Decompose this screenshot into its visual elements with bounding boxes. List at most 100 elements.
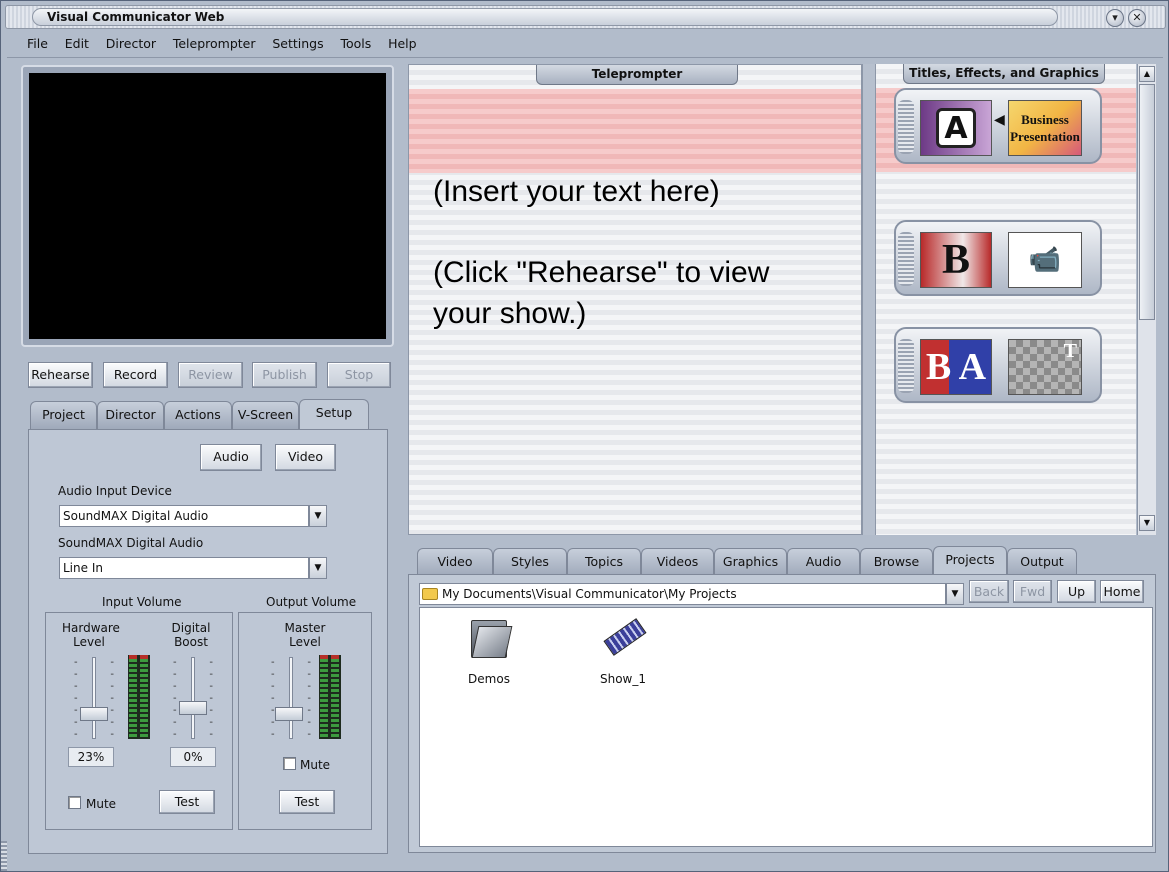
minimize-button[interactable]: ▾ (1106, 9, 1124, 27)
audio-source-select[interactable]: Line In (59, 557, 309, 579)
video-preview-frame (21, 65, 394, 347)
teleprompter-line-1: (Insert your text here) (433, 175, 720, 208)
tab-director[interactable]: Director (97, 401, 164, 429)
tab-setup[interactable]: Setup (299, 399, 369, 429)
output-mute-checkbox[interactable] (283, 757, 296, 770)
file-item-demos[interactable]: Demos (444, 616, 534, 686)
tab-videos[interactable]: Videos (641, 548, 714, 576)
chevron-down-icon[interactable]: ▼ (946, 583, 964, 605)
path-select[interactable]: My Documents\Visual Communicator\My Proj… (419, 583, 946, 605)
resize-grip[interactable] (1, 841, 7, 871)
film-strip-icon (601, 616, 647, 658)
stop-button[interactable]: Stop (327, 362, 391, 388)
hardware-level-slider[interactable] (80, 707, 108, 721)
input-test-button[interactable]: Test (159, 790, 215, 814)
title-bar[interactable]: Visual Communicator Web ▾ ✕ (5, 5, 1166, 29)
menu-tools[interactable]: Tools (340, 36, 371, 51)
scroll-down-icon[interactable]: ▼ (1139, 515, 1155, 531)
tab-graphics[interactable]: Graphics (714, 548, 787, 576)
hardware-level-track[interactable] (92, 657, 96, 739)
panel-splitter[interactable] (862, 64, 876, 535)
business-presentation-thumbnail: Business Presentation (1008, 100, 1082, 156)
master-level-track[interactable] (289, 657, 293, 739)
hardware-level-value: 23% (68, 747, 114, 767)
file-item-show-1[interactable]: Show_1 (578, 616, 668, 686)
close-button[interactable]: ✕ (1128, 9, 1146, 27)
effect-item-title[interactable]: A ◀ Business Presentation (894, 88, 1102, 164)
output-level-meter (319, 655, 341, 739)
publish-button[interactable]: Publish (252, 362, 317, 388)
forward-button[interactable]: Fwd (1013, 580, 1052, 603)
input-mute-checkbox[interactable] (68, 796, 81, 809)
output-volume-group: Master Level ------ ------ -- Mute Test (238, 612, 372, 830)
minimize-icon: ▾ (1112, 11, 1118, 24)
chevron-down-icon[interactable]: ▼ (309, 557, 327, 579)
master-level-slider[interactable] (275, 707, 303, 721)
tab-topics[interactable]: Topics (567, 548, 641, 576)
file-list[interactable]: Demos Show_1 (419, 607, 1153, 847)
scroll-up-icon[interactable]: ▲ (1139, 66, 1155, 82)
audio-setup-button[interactable]: Audio (200, 444, 262, 471)
tab-video-effects[interactable]: Video Effects (417, 548, 493, 595)
file-name: Show_1 (599, 672, 646, 686)
tab-output[interactable]: Output (1007, 548, 1077, 576)
scroll-thumb[interactable] (1139, 84, 1155, 320)
input-level-meter (128, 655, 150, 739)
effects-scrollbar[interactable]: ▲ ▼ (1137, 64, 1156, 535)
teleprompter-line-3: your show.) (433, 297, 587, 330)
effect-item-transition[interactable]: B A T (894, 327, 1102, 403)
menu-settings[interactable]: Settings (272, 36, 323, 51)
business-line-2: Presentation (1010, 129, 1080, 144)
digital-boost-track[interactable] (191, 657, 195, 739)
effect-item-video[interactable]: B 📹 (894, 220, 1102, 296)
window-title: Visual Communicator Web (47, 10, 225, 24)
up-button[interactable]: Up (1057, 580, 1096, 603)
drag-handle-icon[interactable] (898, 232, 914, 286)
tab-actions[interactable]: Actions (164, 401, 232, 429)
teleprompter-highlight (409, 89, 861, 173)
tab-audio[interactable]: Audio (787, 548, 860, 576)
menu-teleprompter[interactable]: Teleprompter (173, 36, 256, 51)
folder-icon (469, 616, 513, 658)
teleprompter-line-2: (Click "Rehearse" to view (433, 256, 770, 289)
digital-boost-slider[interactable] (179, 701, 207, 715)
hardware-level-label-1: Hardware (62, 621, 120, 635)
record-button[interactable]: Record (103, 362, 168, 388)
teleprompter-area[interactable]: Teleprompter (Insert your text here) (Cl… (408, 64, 862, 535)
menu-edit[interactable]: Edit (65, 36, 89, 51)
home-button[interactable]: Home (1100, 580, 1144, 603)
output-volume-title: Output Volume (266, 595, 357, 609)
chevron-down-icon[interactable]: ▼ (309, 505, 327, 527)
tab-projects[interactable]: Projects (933, 546, 1007, 576)
output-test-button[interactable]: Test (279, 790, 335, 814)
tab-browse[interactable]: Browse (860, 548, 933, 576)
input-volume-group: Hardware Level Digital Boost ------ ----… (45, 612, 233, 830)
back-button[interactable]: Back (969, 580, 1009, 603)
setup-panel: Audio Video Audio Input Device SoundMAX … (28, 429, 388, 854)
video-setup-button[interactable]: Video (275, 444, 336, 471)
menu-file[interactable]: File (27, 36, 48, 51)
hardware-level-label-2: Level (73, 635, 105, 649)
letter-b-icon: B (920, 232, 992, 288)
master-level-label-1: Master (284, 621, 326, 635)
audio-input-device-select[interactable]: SoundMAX Digital Audio (59, 505, 309, 527)
tab-v-screen[interactable]: V-Screen (232, 401, 299, 429)
tab-styles[interactable]: Styles (493, 548, 567, 576)
drag-handle-icon[interactable] (898, 339, 914, 393)
digital-boost-label-1: Digital (171, 621, 211, 635)
effects-area: Titles, Effects, and Graphics A ◀ Busine… (876, 64, 1136, 535)
menu-director[interactable]: Director (106, 36, 156, 51)
audio-source-label: SoundMAX Digital Audio (58, 536, 204, 550)
tab-project[interactable]: Project (30, 401, 97, 429)
master-level-label-2: Level (289, 635, 321, 649)
menu-help[interactable]: Help (388, 36, 417, 51)
close-icon: ✕ (1132, 11, 1142, 24)
video-preview (29, 73, 386, 339)
drag-handle-icon[interactable] (898, 100, 914, 154)
rehearse-button[interactable]: Rehearse (28, 362, 93, 388)
letter-ba-icon: B A (920, 339, 992, 395)
camera-icon: 📹 (1008, 232, 1082, 288)
output-mute-label: Mute (300, 758, 331, 772)
input-mute-label: Mute (86, 797, 117, 811)
review-button[interactable]: Review (178, 362, 243, 388)
